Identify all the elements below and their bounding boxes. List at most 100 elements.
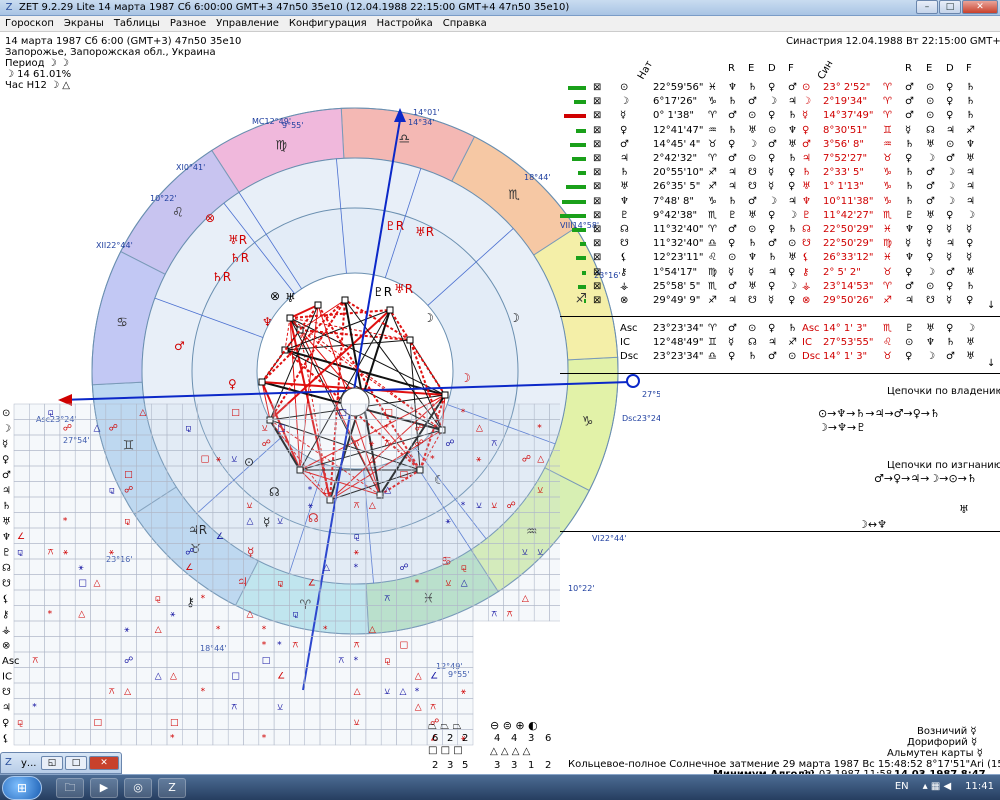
planet-row[interactable]: ⊠ ♄ 20°55'10" ♐ ♃ ☋ ☿ ♀ ♄ 2°33' 5" ♑ ♄ ♂ ☽ ♃ (560, 167, 1000, 181)
planet-row[interactable]: ⊠ ♃ 2°42'32" ♈ ♂ ⊙ ♀ ♄ ♃ 7°52'27" ♉ ♀ ☽ ♂ ♅ (560, 153, 1000, 167)
planet-row[interactable]: ⊠ ⊙ 22°59'56" ♓ ♆ ♄ ♀ ♂ ⊙ 23° 2'52" ♈ ♂ ⊙ ♀ ♄ (560, 82, 1000, 96)
planet-row[interactable]: ⊠ ♇ 9°42'38" ♏ ♇ ♅ ♀ ☽ ♇ 11°42'27" ♏ ♇ ♅ ♀ ☽ (560, 210, 1000, 224)
minimize-button[interactable]: – (916, 0, 938, 14)
angle-row[interactable]: Asc 23°23'34" ♈ ♂ ⊙ ♀ ♄ Asc 14° 1' 3" ♏ ♇ ♅ ♀ ☽ (560, 323, 1000, 337)
aspect-grid[interactable]: ⚼ △ □ □ □ * ☍ △ ☍ ⚼ ⚺ □ * ☍ △ * ☍ ⚻ ⚹ ⚻ ☍ ☍ ⚻ □ ⚹ ⚺ △ * ⚹ ☍ △ □ □ ⚼ ☍ * △ △ ⚺ ⚺… (0, 390, 560, 775)
planet-row[interactable]: ⊠ ⚶ 25°58' 5" ♏ ♂ ♅ ♀ ☽ ⚶ 23°14'53" ♈ ♂ ⊙ ♀ ♄ (560, 281, 1000, 295)
menu-help[interactable]: Справка (438, 18, 492, 29)
aspect-symbol: △ (415, 672, 422, 682)
grid-cell (488, 527, 504, 544)
menu-bar: Гороскоп Экраны Таблицы Разное Управлени… (0, 16, 1000, 32)
tray-icons[interactable]: ▴ ▦ ◀ (923, 781, 952, 792)
planet-row[interactable]: ⊠ ♆ 7°48' 8" ♑ ♄ ♂ ☽ ♃ ♆ 10°11'38" ♑ ♄ ♂ ☽ ♃ (560, 196, 1000, 210)
grid-cell (503, 558, 520, 575)
row-box-icon[interactable]: ⊠ (593, 224, 601, 235)
grid-cell (365, 403, 382, 420)
charioteer-label: Возничий ☿ (917, 726, 977, 737)
table-cell-s2: ♌ (883, 337, 892, 348)
row-box-icon[interactable]: ⊠ (593, 295, 601, 306)
scroll-arrow-1[interactable]: ↓ (987, 300, 995, 311)
table-cell-r1: ⊙ (728, 252, 737, 264)
grid-cell (488, 512, 504, 529)
planet-row[interactable]: ⊠ ⚷ 1°54'17" ♍ ☿ ☿ ♃ ♀ ⚷ 2° 5' 2" ♉ ♀ ☽ ♂ ♅ (560, 267, 1000, 281)
planet-row[interactable]: ⊠ ⊗ 29°49' 9" ♐ ♃ ☋ ☿ ♀ ⊗ 29°50'26" ♐ ♃ ☋ ☿ ♀ (560, 295, 1000, 309)
row-box-icon[interactable]: ⊠ (593, 153, 601, 164)
grid-cell (518, 574, 535, 591)
row-box-icon[interactable]: ⊠ (593, 167, 601, 178)
menu-horoscope[interactable]: Гороскоп (0, 18, 59, 29)
grid-cell (105, 574, 122, 591)
minwin-restore[interactable]: ◱ (41, 756, 63, 770)
aspect-symbol: △ (323, 563, 330, 573)
grid-cell (243, 574, 260, 591)
planet-row[interactable]: ⊠ ☋ 11°32'40" ♎ ♀ ♄ ♂ ⊙ ☋ 22°50'29" ♍ ☿ ☿ ♃ ♀ (560, 238, 1000, 252)
row-box-icon[interactable]: ⊠ (593, 210, 601, 221)
menu-settings[interactable]: Настройка (372, 18, 438, 29)
grid-cell (472, 465, 489, 482)
browser-icon[interactable]: ◎ (124, 778, 152, 798)
clock[interactable]: 11:41 (965, 781, 994, 792)
planet-row[interactable]: ⊠ ♀ 12°41'47" ♒ ♄ ♅ ⊙ ♆ ♀ 8°30'51" ♊ ☿ ☊ ♃ ♐ (560, 125, 1000, 139)
grid-cell (151, 558, 168, 575)
grid-cell (136, 496, 152, 513)
grid-cell (442, 620, 458, 637)
grid-cell (182, 620, 198, 637)
media-icon[interactable]: ▶ (90, 778, 118, 798)
row-box-icon[interactable]: ⊠ (593, 196, 601, 207)
grid-row-glyph: IC (2, 672, 12, 683)
aspect-symbol: * (201, 687, 206, 697)
grid-cell (365, 419, 382, 436)
app-task-icon[interactable]: Z (158, 778, 186, 798)
row-box-icon[interactable]: ⊠ (593, 110, 601, 121)
menu-misc[interactable]: Разное (165, 18, 211, 29)
app-icon[interactable]: Z (3, 2, 15, 14)
table-cell-b: ☿ (802, 110, 809, 122)
angle-row[interactable]: IC 12°48'49" ♊ ☿ ☊ ♃ ♐ IC 27°53'55" ♌ ⊙ ♆ ♄ ♅ (560, 337, 1000, 351)
grid-cell (120, 605, 137, 622)
maximize-button[interactable]: □ (939, 0, 961, 14)
row-box-icon[interactable]: ⊠ (593, 281, 601, 292)
planet-row[interactable]: ⊠ ☿ 0° 1'38" ♈ ♂ ⊙ ♀ ♄ ☿ 14°37'49" ♈ ♂ ⊙ ♀ ♄ (560, 110, 1000, 124)
menu-screens[interactable]: Экраны (59, 18, 109, 29)
minwin-close[interactable]: ✕ (89, 756, 119, 770)
grid-cell (74, 589, 91, 606)
planet-row[interactable]: ⊠ ⚸ 12°23'11" ♌ ⊙ ♆ ♄ ♅ ⚸ 26°33'12" ♓ ♆ ♀ ☿ ☿ (560, 252, 1000, 266)
grid-cell (518, 605, 535, 622)
planet-table: Нат R E D F Син R E D F ⊠ ⊙ 22°59'56" ♓ ♆ ♄ ♀ ♂… (560, 59, 1000, 362)
col-r-2: R (905, 63, 912, 74)
scroll-arrow-2[interactable]: ↓ (987, 358, 995, 369)
close-button[interactable]: ✕ (962, 0, 998, 14)
language-indicator[interactable]: EN (895, 781, 909, 792)
grid-cell (472, 403, 489, 420)
planet-row[interactable]: ⊠ ☽ 6°17'26" ♑ ♄ ♂ ☽ ♃ ☽ 2°19'34" ♈ ♂ ⊙ ♀ ♄ (560, 96, 1000, 110)
count-b: 2 (447, 733, 454, 744)
grid-cell (44, 729, 61, 746)
menu-configuration[interactable]: Конфигурация (284, 18, 372, 29)
grid-cell (136, 698, 152, 715)
minimized-window[interactable]: Z у... ◱ □ ✕ (0, 752, 122, 774)
grid-cell (13, 434, 30, 451)
row-box-icon[interactable]: ⊠ (593, 252, 601, 263)
grid-cell (304, 419, 321, 436)
angle-row[interactable]: Dsc 23°23'34" ♎ ♀ ♄ ♂ ⊙ Dsc 14° 1' 3" ♉ ♀ ☽ ♂ ♅ (560, 351, 1000, 365)
planet-row[interactable]: ⊠ ♅ 26°35' 5" ♐ ♃ ☋ ☿ ♀ ♅ 1° 1'13" ♑ ♄ ♂ ☽ ♃ (560, 181, 1000, 195)
planet-row[interactable]: ⊠ ☊ 11°32'40" ♈ ♂ ⊙ ♀ ♄ ☊ 22°50'29" ♓ ♆ ♀ ☿ ☿ (560, 224, 1000, 238)
row-box-icon[interactable]: ⊠ (593, 96, 601, 107)
planet-glyph-uranus-2: ♅R (228, 233, 247, 247)
row-box-icon[interactable]: ⊠ (593, 125, 601, 136)
grid-cell (396, 620, 413, 637)
row-box-icon[interactable]: ⊠ (593, 267, 601, 278)
table-cell-r2: ♇ (905, 323, 914, 334)
menu-control[interactable]: Управление (211, 18, 284, 29)
grid-cell (166, 620, 183, 637)
menu-tables[interactable]: Таблицы (109, 18, 165, 29)
explorer-icon[interactable]: 🗀 (56, 778, 84, 798)
row-box-icon[interactable]: ⊠ (593, 139, 601, 150)
minwin-maximize[interactable]: □ (65, 756, 87, 770)
aspect-symbol: △ (94, 424, 101, 434)
row-box-icon[interactable]: ⊠ (593, 181, 601, 192)
row-box-icon[interactable]: ⊠ (593, 82, 601, 93)
row-box-icon[interactable]: ⊠ (593, 238, 601, 249)
start-button[interactable]: ⊞ (2, 776, 42, 800)
planet-row[interactable]: ⊠ ♂ 14°45' 4" ♉ ♀ ☽ ♂ ♅ ♂ 3°56' 8" ♒ ♄ ♅ ⊙ ♆ (560, 139, 1000, 153)
